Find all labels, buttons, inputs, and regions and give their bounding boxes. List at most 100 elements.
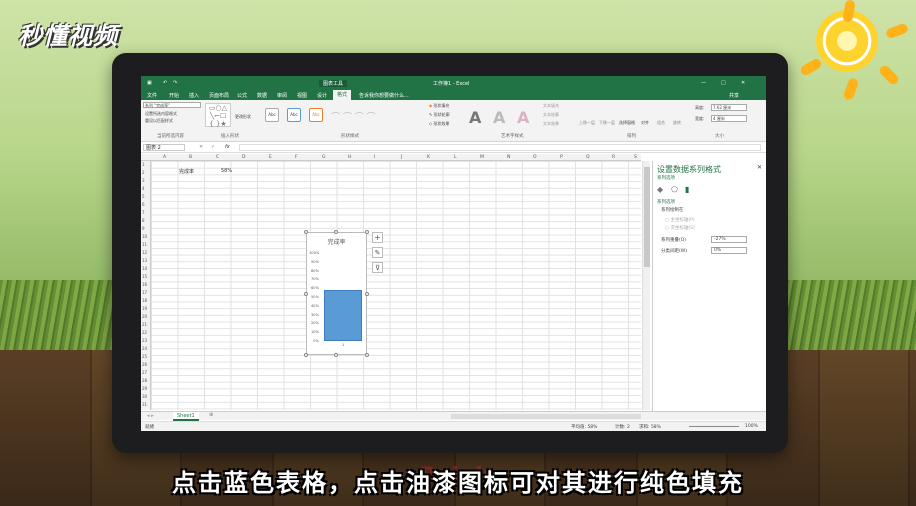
tab-home[interactable]: 开始 (169, 92, 179, 99)
row-header[interactable]: 27 (142, 370, 147, 375)
group-objects-button[interactable]: 组合 (657, 120, 665, 126)
resize-handle[interactable] (304, 292, 308, 296)
row-header[interactable]: 12 (142, 250, 147, 255)
row-header[interactable]: 11 (142, 242, 147, 247)
wordart-style-2[interactable]: A (493, 108, 505, 127)
shape-style-2[interactable]: Abc (287, 108, 301, 122)
resize-handle[interactable] (334, 353, 338, 357)
shape-style-more[interactable]: ⌒ ⌒ ⌒ ⌒ (331, 110, 376, 123)
resize-handle[interactable] (334, 230, 338, 234)
column-header[interactable]: B (189, 155, 192, 160)
vertical-scrollbar[interactable] (642, 161, 650, 410)
column-header[interactable]: M (480, 155, 484, 160)
column-header[interactable]: A (163, 155, 166, 160)
secondary-axis-radio[interactable]: ○ 次坐标轴(S) (665, 225, 695, 231)
row-header[interactable]: 20 (142, 314, 147, 319)
save-icon[interactable]: ▣ (147, 80, 152, 86)
chart-filters-button[interactable]: ⊽ (372, 262, 383, 273)
chart[interactable]: 完成率 100% 90% 80% 70% 60% 50% 40% 30% 20% 10% 0% 1 (306, 232, 367, 355)
column-header[interactable]: D (242, 155, 245, 160)
align-button[interactable]: 对齐 (641, 120, 649, 126)
text-effects-button[interactable]: 文本效果 (543, 121, 559, 127)
text-fill-button[interactable]: 文本填充 (543, 103, 559, 109)
chart-title[interactable]: 完成率 (307, 237, 366, 246)
enter-icon[interactable]: ✓ (211, 144, 215, 150)
column-header[interactable]: G (322, 155, 326, 160)
row-header[interactable]: 8 (142, 218, 145, 223)
width-input[interactable]: 4 厘米 (711, 115, 747, 122)
worksheet-grid[interactable] (151, 161, 641, 410)
tab-design[interactable]: 设计 (317, 92, 327, 99)
tell-me-search[interactable]: 告诉我你想要做什么... (359, 92, 409, 99)
text-outline-button[interactable]: 文本轮廓 (543, 112, 559, 118)
row-header[interactable]: 21 (142, 322, 147, 327)
gap-width-input[interactable]: 0% (711, 247, 747, 254)
column-header[interactable]: H (348, 155, 351, 160)
tab-review[interactable]: 审阅 (277, 92, 287, 99)
row-header[interactable]: 24 (142, 346, 147, 351)
column-header[interactable]: P (560, 155, 563, 160)
scrollbar-thumb[interactable] (644, 167, 650, 267)
sheet-nav-icon[interactable]: ◂ ▸ (147, 413, 154, 419)
tab-file[interactable]: 文件 (147, 92, 157, 99)
shape-outline-button[interactable]: ✎ 形状轮廓 (429, 112, 450, 118)
column-header[interactable]: N (507, 155, 510, 160)
shape-style-1[interactable]: Abc (265, 108, 279, 122)
series-selector[interactable]: 系列 "完成率" (143, 102, 201, 108)
column-header[interactable]: J (401, 155, 402, 160)
reset-style-button[interactable]: 重设以匹配样式 (145, 118, 173, 124)
tab-page-layout[interactable]: 页面布局 (209, 92, 229, 99)
tab-formulas[interactable]: 公式 (237, 92, 247, 99)
add-sheet-icon[interactable]: ⊕ (209, 412, 213, 418)
tab-format[interactable]: 格式 (333, 90, 352, 100)
row-header[interactable]: 19 (142, 306, 147, 311)
resize-handle[interactable] (365, 353, 369, 357)
row-header[interactable]: 31 (142, 402, 147, 407)
tab-insert[interactable]: 插入 (189, 92, 199, 99)
row-header[interactable]: 9 (142, 226, 145, 231)
change-shape-button[interactable]: 更改形状 (235, 114, 251, 120)
row-header[interactable]: 2 (142, 170, 145, 175)
column-header[interactable]: I (374, 155, 375, 160)
cancel-icon[interactable]: ✕ (199, 144, 203, 150)
series-options-dropdown[interactable]: 系列选项 (657, 175, 675, 181)
selection-pane-button[interactable]: 选择窗格 (619, 120, 635, 126)
formula-input[interactable] (239, 144, 761, 151)
column-header[interactable]: R (612, 155, 615, 160)
overlap-input[interactable]: -27% (711, 236, 747, 243)
chart-styles-button[interactable]: ✎ (372, 247, 383, 258)
column-header[interactable]: K (427, 155, 430, 160)
redo-icon[interactable]: ↷ (173, 80, 177, 86)
row-header[interactable]: 28 (142, 378, 147, 383)
undo-icon[interactable]: ↶ (163, 80, 167, 86)
row-header[interactable]: 3 (142, 178, 145, 183)
column-header[interactable]: Q (586, 155, 590, 160)
column-header[interactable]: O (533, 155, 537, 160)
resize-handle[interactable] (365, 292, 369, 296)
shapes-gallery[interactable]: ▭○△ ╲⌐☐{ }★ (205, 103, 231, 128)
section-series-options[interactable]: 系列选项 (657, 199, 675, 205)
name-box[interactable]: 图表 2 (143, 144, 185, 151)
data-bar[interactable] (324, 289, 362, 341)
send-backward-button[interactable]: 下移一层 (599, 120, 615, 126)
tab-view[interactable]: 视图 (297, 92, 307, 99)
share-button[interactable]: 共享 (729, 92, 739, 99)
primary-axis-radio[interactable]: ○ 主坐标轴(P) (665, 217, 695, 223)
row-header[interactable]: 4 (142, 186, 145, 191)
shape-fill-button[interactable]: ◆ 形状填充 (429, 103, 449, 109)
row-header[interactable]: 18 (142, 298, 147, 303)
sheet-tab[interactable]: Sheet1 (173, 412, 199, 421)
column-header[interactable]: C (216, 155, 219, 160)
cell-c1[interactable]: 58% (221, 168, 232, 174)
chart-elements-button[interactable]: + (372, 232, 383, 243)
row-header[interactable]: 23 (142, 338, 147, 343)
shape-effects-button[interactable]: ◇ 形状效果 (429, 121, 449, 127)
row-header[interactable]: 22 (142, 330, 147, 335)
column-header[interactable]: S (634, 155, 637, 160)
row-header[interactable]: 30 (142, 394, 147, 399)
tab-data[interactable]: 数据 (257, 92, 267, 99)
column-header[interactable]: E (269, 155, 272, 160)
row-header[interactable]: 5 (142, 194, 145, 199)
close-icon[interactable]: ✕ (741, 80, 745, 86)
cell-b1[interactable]: 完成率 (179, 168, 194, 175)
